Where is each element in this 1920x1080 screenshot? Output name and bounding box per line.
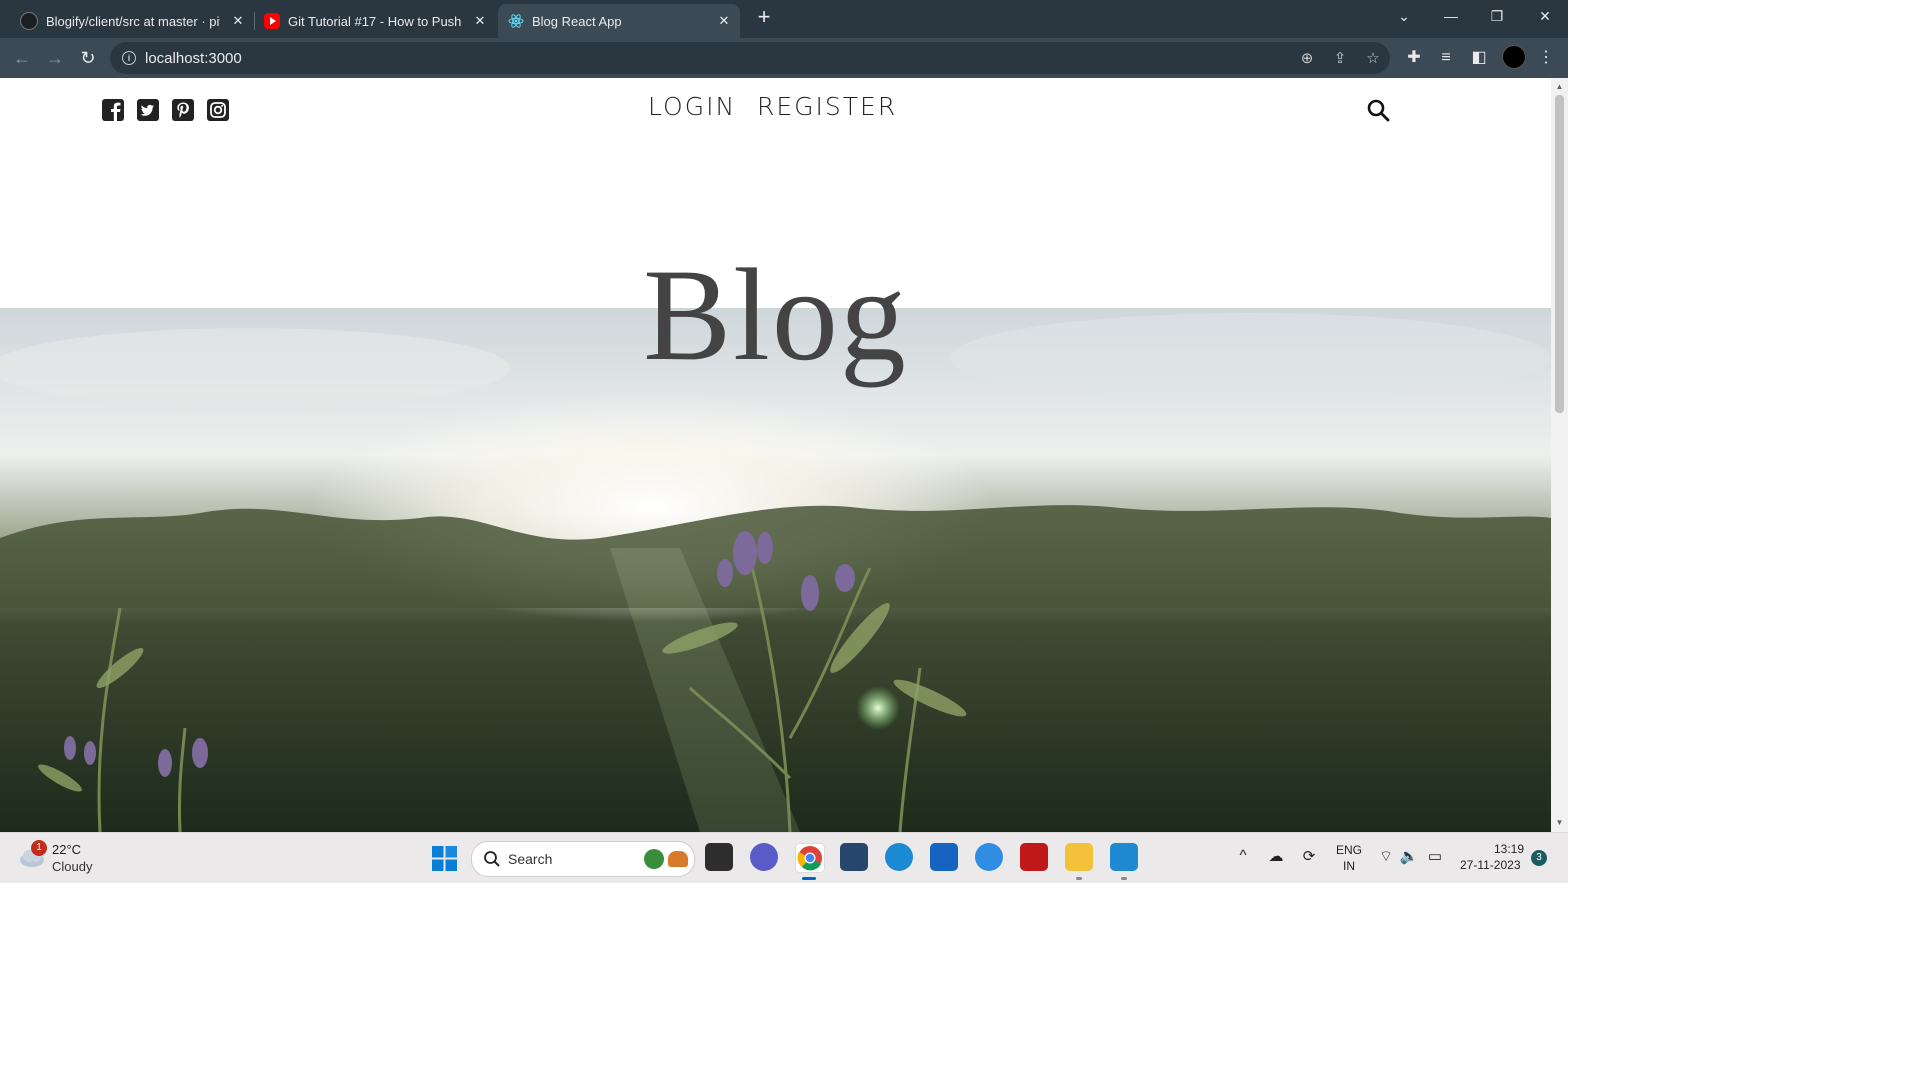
youtube-icon [264, 13, 280, 29]
github-icon [20, 12, 38, 30]
share-icon[interactable]: ⇪ [1329, 48, 1351, 70]
region-code: IN [1343, 859, 1355, 873]
sync-icon[interactable]: ⟳ [1298, 847, 1320, 865]
battery-icon[interactable]: ▭ [1424, 847, 1446, 865]
profile-avatar[interactable] [1502, 45, 1526, 69]
tab-title: Blogify/client/src at master · piyush [46, 13, 220, 29]
windows-start-icon[interactable] [432, 846, 457, 871]
login-link[interactable]: LOGIN [648, 92, 736, 121]
react-icon [508, 13, 524, 29]
extensions-icon[interactable]: ✚ [1402, 46, 1426, 70]
hero-title: Blog [643, 241, 908, 388]
task-view-icon[interactable] [705, 843, 733, 871]
file-explorer-running-indicator [1076, 877, 1082, 880]
wifi-icon[interactable]: ⌔ [1375, 847, 1397, 866]
close-icon[interactable]: ✕ [472, 13, 488, 29]
scroll-down-arrow-icon[interactable]: ▼ [1555, 818, 1564, 827]
url-text[interactable]: localhost:3000 [145, 50, 242, 67]
diya-icon [668, 851, 688, 867]
get-help-icon[interactable] [975, 843, 1003, 871]
language-code: ENG [1336, 843, 1363, 857]
zoom-icon[interactable]: ⊕ [1296, 48, 1318, 70]
notification-badge[interactable]: 3 [1531, 850, 1547, 866]
side-panel-icon[interactable]: ◧ [1467, 46, 1491, 70]
tab-youtube[interactable]: Git Tutorial #17 - How to Push code ✕ [258, 4, 496, 38]
media-controls-icon[interactable]: ≡ [1434, 46, 1458, 70]
weather-temp[interactable]: 22°C [52, 842, 81, 857]
bookmark-star-icon[interactable]: ☆ [1362, 48, 1384, 70]
site-header: LOGIN REGISTER [0, 78, 1551, 138]
file-explorer-icon[interactable] [1065, 843, 1093, 871]
tab-blog-react-app[interactable]: Blog React App ✕ [498, 4, 740, 38]
page-scrollbar[interactable]: ▲ ▼ [1551, 78, 1568, 832]
site-info-icon[interactable]: i [122, 51, 136, 65]
new-tab-button[interactable]: + [752, 6, 776, 30]
reload-button[interactable]: ↻ [76, 46, 100, 70]
taskbar-search-box[interactable]: Search [471, 841, 695, 877]
microsoft-store-icon[interactable] [930, 843, 958, 871]
clock-time[interactable]: 13:19 [1494, 842, 1524, 856]
minimize-button[interactable]: — [1436, 4, 1466, 28]
vscode-running-indicator [1121, 877, 1127, 880]
tab-github[interactable]: Blogify/client/src at master · piyush ✕ [14, 4, 254, 38]
facebook-icon[interactable] [102, 99, 124, 121]
edge-icon[interactable] [885, 843, 913, 871]
onedrive-icon[interactable]: ☁ [1265, 847, 1287, 865]
browser-tab-strip: Blogify/client/src at master · piyush ✕ … [0, 0, 1568, 38]
pinterest-icon[interactable] [172, 99, 194, 121]
scroll-up-arrow-icon[interactable]: ▲ [1555, 82, 1564, 91]
twitter-icon[interactable] [137, 99, 159, 121]
forward-button[interactable]: → [43, 46, 67, 70]
volume-icon[interactable]: 🔈 [1398, 847, 1420, 865]
vscode-icon[interactable] [1110, 843, 1138, 871]
menu-kebab-icon[interactable]: ⋮ [1534, 46, 1558, 70]
tab-separator [254, 12, 255, 30]
weather-alert-badge: 1 [31, 840, 47, 856]
page-viewport: LOGIN REGISTER Blog [0, 78, 1551, 832]
weather-desc[interactable]: Cloudy [52, 859, 92, 874]
instagram-icon[interactable] [207, 99, 229, 121]
teams-chat-icon[interactable] [750, 843, 778, 871]
tab-title: Blog React App [532, 13, 622, 29]
tab-title: Git Tutorial #17 - How to Push code [288, 13, 462, 29]
restore-button[interactable]: ❐ [1482, 4, 1512, 28]
windows-taskbar: 1 22°C Cloudy Search ^ ☁ ⟳ ENG IN ⌔ 🔈 ▭ … [0, 832, 1568, 883]
chevron-up-icon[interactable]: ^ [1232, 847, 1254, 864]
chrome-active-indicator [802, 877, 816, 880]
close-icon[interactable]: ✕ [716, 13, 732, 29]
register-link[interactable]: REGISTER [757, 92, 897, 121]
scroll-thumb[interactable] [1555, 95, 1564, 413]
browser-toolbar: ← → ↻ i localhost:3000 ⊕ ⇪ ☆ ✚ ≡ ◧ ⋮ [0, 38, 1568, 78]
tab-search-icon[interactable]: ⌄ [1389, 4, 1419, 28]
search-highlight-icon [644, 849, 664, 869]
mcafee-icon[interactable] [1020, 843, 1048, 871]
language-indicator[interactable]: ENG IN [1336, 842, 1362, 874]
clock-date[interactable]: 27-11-2023 [1460, 858, 1521, 872]
close-icon[interactable]: ✕ [230, 13, 246, 29]
ssms-icon[interactable] [840, 843, 868, 871]
search-label: Search [508, 851, 553, 867]
search-icon[interactable] [1366, 98, 1390, 122]
back-button[interactable]: ← [10, 46, 34, 70]
chrome-icon[interactable] [795, 843, 825, 873]
address-bar[interactable]: i localhost:3000 ⊕ ⇪ ☆ [110, 42, 1390, 74]
search-icon [484, 851, 500, 867]
close-window-button[interactable]: ✕ [1530, 4, 1560, 28]
